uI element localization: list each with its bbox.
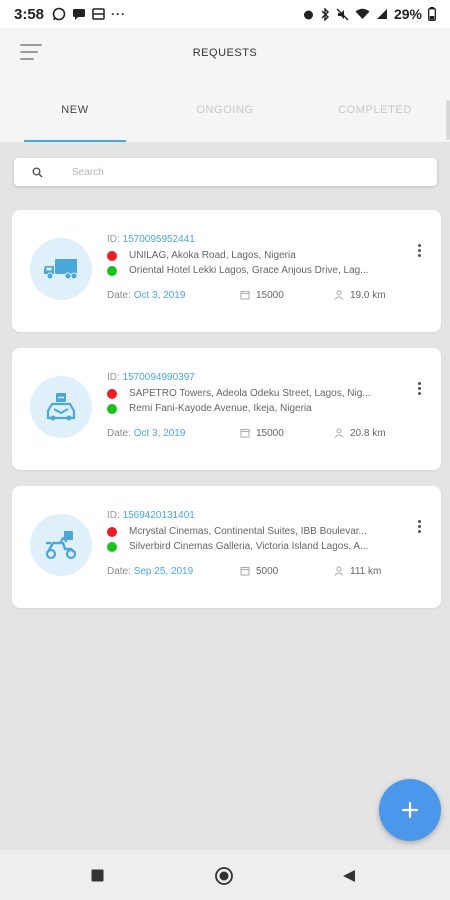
recents-icon[interactable] (91, 869, 104, 882)
person-icon (334, 290, 344, 300)
signal-icon (376, 9, 387, 19)
mute-icon (336, 8, 349, 20)
tab-completed[interactable]: COMPLETED (300, 78, 450, 142)
request-distance: 20.8 km (334, 428, 386, 439)
request-card[interactable]: ID: 1570094990397 SAPETRO Towers, Adeola… (12, 348, 441, 470)
dropoff-address: Silverbird Cinemas Galleria, Victoria Is… (107, 539, 407, 554)
pickup-dot (107, 250, 117, 261)
tab-ongoing[interactable]: ONGOING (150, 78, 300, 142)
request-id: ID: 1570094990397 (107, 372, 195, 383)
home-icon[interactable] (214, 866, 234, 886)
request-date: Date: Oct 3, 2019 (107, 427, 186, 439)
page-title: REQUESTS (192, 47, 258, 59)
dropoff-dot (107, 403, 117, 414)
pickup-address: UNILAG, Akoka Road, Lagos, Nigeria (107, 248, 407, 263)
request-id: ID: 1569420131401 (107, 510, 195, 521)
bluetooth-icon (321, 7, 329, 21)
system-nav-bar (0, 850, 450, 900)
tab-bar: NEW ONGOING COMPLETED (0, 78, 450, 142)
whatsapp-icon (52, 7, 66, 21)
more-options-icon[interactable] (411, 242, 427, 258)
request-amount: 5000 (240, 566, 334, 577)
menu-icon[interactable] (20, 44, 44, 62)
request-distance: 19.0 km (334, 290, 386, 301)
calendar-icon (240, 291, 250, 300)
edge-scroll-handle (446, 100, 450, 140)
pickup-address: Mcrystal Cinemas, Continental Suites, IB… (107, 524, 407, 539)
search-bar[interactable] (14, 158, 437, 186)
request-amount: 15000 (240, 428, 334, 439)
person-icon (334, 428, 344, 438)
more-options-icon[interactable] (411, 380, 427, 396)
wifi-icon (355, 8, 370, 19)
battery-icon (428, 7, 436, 21)
status-bar: 3:58 ··· 29% (0, 0, 450, 28)
calendar-icon (240, 567, 250, 576)
more-dots-icon: ··· (111, 7, 127, 21)
request-card[interactable]: ID: 1570095952441 UNILAG, Akoka Road, La… (12, 210, 441, 332)
dropoff-address: Remi Fani-Kayode Avenue, Ikeja, Nigeria (107, 401, 407, 416)
dropoff-address: Oriental Hotel Lekki Lagos, Grace Anjous… (107, 263, 407, 278)
app-bar: REQUESTS (0, 28, 450, 78)
pickup-address: SAPETRO Towers, Adeola Odeku Street, Lag… (107, 386, 407, 401)
back-icon[interactable] (342, 869, 356, 883)
calendar-icon (240, 429, 250, 438)
request-card[interactable]: ID: 1569420131401 Mcrystal Cinemas, Cont… (12, 486, 441, 608)
tab-new[interactable]: NEW (0, 78, 150, 142)
request-date: Date: Sep 25, 2019 (107, 565, 194, 577)
alarm-icon (303, 10, 313, 19)
add-request-button[interactable] (379, 779, 441, 841)
search-input[interactable] (72, 166, 437, 178)
person-icon (334, 566, 344, 576)
request-amount: 15000 (240, 290, 334, 301)
scooter-icon (30, 514, 92, 576)
search-icon (32, 167, 62, 178)
pickup-dot (107, 526, 117, 537)
dropoff-dot (107, 541, 117, 552)
plus-icon (401, 801, 419, 819)
message-icon (73, 9, 86, 20)
more-options-icon[interactable] (411, 518, 427, 534)
courier-car-icon (30, 376, 92, 438)
pickup-dot (107, 388, 117, 399)
request-date: Date: Oct 3, 2019 (107, 289, 186, 301)
status-time: 3:58 (14, 5, 45, 23)
request-id: ID: 1570095952441 (107, 234, 195, 245)
battery-percent: 29% (393, 6, 422, 22)
gallery-icon (92, 8, 105, 20)
dropoff-dot (107, 265, 117, 276)
request-distance: 111 km (334, 566, 381, 577)
truck-icon (30, 238, 92, 300)
